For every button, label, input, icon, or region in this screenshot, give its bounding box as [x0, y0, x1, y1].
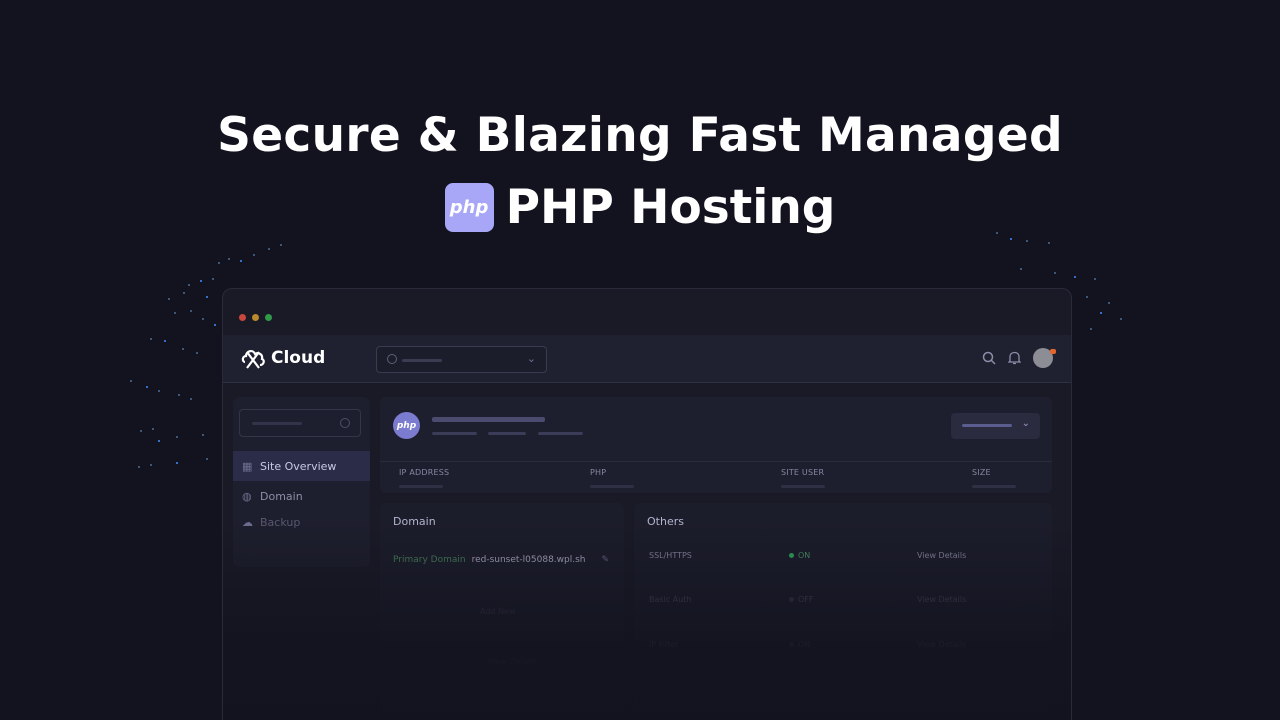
primary-domain-label: Primary Domain [393, 555, 466, 565]
site-header-card: php ⌄ IP ADDRESS PHP SITE USER SIZE [380, 397, 1052, 493]
close-window-button[interactable] [239, 314, 246, 321]
top-navbar: Cloud ⌄ [223, 335, 1071, 383]
panel-title: Others [647, 515, 684, 528]
info-site-user: SITE USER [781, 468, 825, 488]
search-icon[interactable] [982, 351, 996, 365]
others-row-basic-auth: Basic Auth OFF View Details [649, 595, 967, 604]
add-domain-link[interactable]: Add New [480, 607, 515, 616]
view-details-link[interactable]: View Details [917, 551, 966, 560]
sidebar-item-backup[interactable]: ☁ Backup [233, 507, 370, 537]
domain-panel: Domain Primary Domain red-sunset-l05088.… [380, 503, 624, 720]
info-size: SIZE [972, 468, 1016, 488]
panel-title: Domain [393, 515, 436, 528]
site-actions-dropdown[interactable]: ⌄ [951, 413, 1040, 439]
primary-domain-row: Primary Domain red-sunset-l05088.wpl.sh … [393, 555, 609, 565]
cloud-logo-icon [241, 350, 265, 369]
globe-icon: ◍ [242, 489, 252, 503]
hero-title-line2: php PHP Hosting [0, 180, 1280, 235]
domain-view-details-link[interactable]: View Details [488, 657, 537, 666]
view-details-link[interactable]: View Details [917, 640, 966, 649]
sidebar-item-site-overview[interactable]: ▦ Site Overview [233, 451, 370, 481]
info-php: PHP [590, 468, 634, 488]
brand-name: Cloud [271, 348, 326, 368]
sidebar-item-label: Site Overview [260, 459, 337, 473]
hero-title-text: PHP Hosting [505, 180, 836, 235]
grid-icon: ▦ [242, 459, 253, 473]
view-details-link[interactable]: View Details [917, 595, 966, 604]
primary-domain-value: red-sunset-l05088.wpl.sh [471, 555, 586, 565]
minimize-window-button[interactable] [252, 314, 259, 321]
sidebar-item-label: Domain [260, 489, 303, 503]
chevron-down-icon: ⌄ [1021, 418, 1030, 429]
chevron-down-icon: ⌄ [526, 352, 536, 365]
site-search-select[interactable]: ⌄ [376, 346, 547, 373]
bell-icon[interactable] [1008, 351, 1021, 365]
status-badge: OFF [789, 595, 814, 604]
window-controls [239, 314, 272, 321]
others-row-ip-filter: IP Filter ON View Details [649, 640, 967, 649]
user-avatar[interactable] [1033, 348, 1056, 368]
php-logo-icon: php [393, 412, 420, 439]
search-icon [387, 354, 397, 364]
others-panel: Others SSL/HTTPS ON View Details Basic A… [634, 503, 1052, 720]
sidebar: ▦ Site Overview ◍ Domain ☁ Backup [233, 397, 370, 567]
site-info-row: IP ADDRESS PHP SITE USER SIZE [380, 461, 1052, 489]
search-icon [340, 418, 350, 428]
sidebar-item-label: Backup [260, 515, 301, 529]
hero-title-line1: Secure & Blazing Fast Managed [217, 108, 1063, 163]
status-badge: ON [789, 551, 810, 560]
maximize-window-button[interactable] [265, 314, 272, 321]
cloud-icon: ☁ [242, 515, 253, 529]
status-badge: ON [789, 640, 810, 649]
sidebar-search-input[interactable] [239, 409, 361, 437]
others-row-ssl: SSL/HTTPS ON View Details [649, 551, 967, 560]
app-window: Cloud ⌄ ▦ Site Overview ◍ Domain ☁ Backu… [222, 288, 1072, 720]
info-ip-address: IP ADDRESS [399, 468, 449, 488]
brand-logo[interactable]: Cloud [241, 346, 325, 370]
edit-icon[interactable]: ✎ [601, 555, 609, 565]
php-logo-icon: php [444, 183, 494, 232]
